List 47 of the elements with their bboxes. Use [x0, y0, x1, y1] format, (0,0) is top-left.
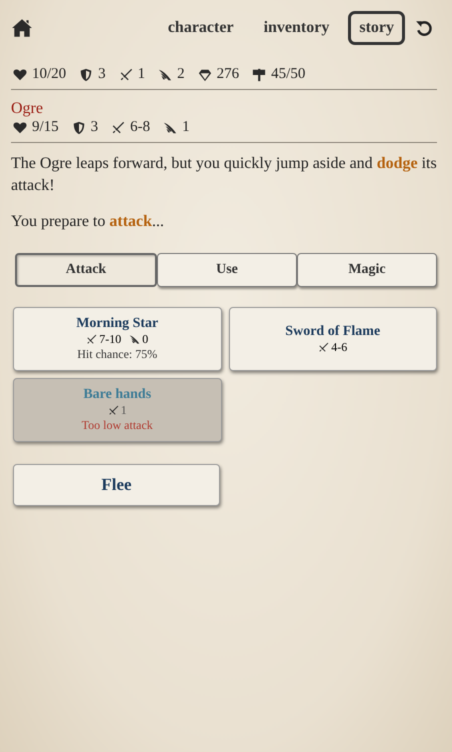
nav-link[interactable]: inventory [252, 11, 340, 45]
sword-icon [118, 68, 133, 82]
sword-icon [318, 342, 330, 352]
stat-value: 45/50 [271, 66, 306, 83]
weapon-button[interactable]: Morning Star 7-10 0 Hit chance: 75% [13, 307, 222, 371]
story-text: The Ogre leaps forward, but you quickly jump aside and dodge its attack! [11, 154, 437, 196]
enemy-name: Ogre [11, 100, 44, 118]
signpost-icon [252, 68, 266, 82]
weapon-note: Hit chance: 75% [77, 347, 158, 362]
sword-icon [111, 120, 126, 134]
stat-value: 276 [216, 66, 240, 83]
stat-value: 9/15 [32, 119, 59, 136]
wing-icon [158, 68, 172, 82]
tab[interactable]: Magic [297, 253, 437, 287]
tab[interactable]: Attack [15, 253, 157, 287]
weapon-note: Too low attack [82, 418, 153, 433]
gem-icon [198, 68, 212, 82]
stat-value: 3 [98, 66, 106, 83]
heart-icon [13, 68, 27, 82]
shield-icon [79, 68, 94, 82]
wing-icon [163, 120, 178, 134]
weapon-name: Bare hands [83, 387, 152, 403]
stat-value: 7-10 [99, 332, 122, 347]
stat-value: 0 [142, 332, 148, 347]
weapon-button[interactable]: Sword of Flame 4-6 [228, 307, 437, 371]
stat-value: 1 [138, 66, 146, 83]
stat-value: 4-6 [331, 340, 348, 354]
stat-value: 3 [90, 119, 98, 136]
story-text: You prepare to attack... [11, 212, 166, 232]
stat-value: 1 [120, 403, 127, 418]
nav-link[interactable]: character [156, 11, 245, 45]
tab[interactable]: Use [157, 253, 297, 287]
nav-link[interactable]: story [348, 11, 405, 45]
refresh-icon[interactable] [415, 19, 433, 37]
stat-value: 10/20 [32, 66, 66, 83]
flee-button[interactable]: Flee [13, 464, 220, 506]
weapon-name: Sword of Flame [285, 324, 380, 340]
home-icon[interactable] [11, 18, 33, 38]
wing-icon [129, 334, 140, 345]
heart-icon [13, 120, 27, 134]
stat-value: 1 [182, 119, 190, 136]
sword-icon [86, 334, 98, 345]
sword-icon [108, 405, 119, 416]
stat-value: 6-8 [130, 119, 150, 136]
stat-value: 2 [177, 66, 185, 83]
weapon-name: Morning Star [76, 316, 158, 332]
shield-icon [72, 120, 86, 134]
